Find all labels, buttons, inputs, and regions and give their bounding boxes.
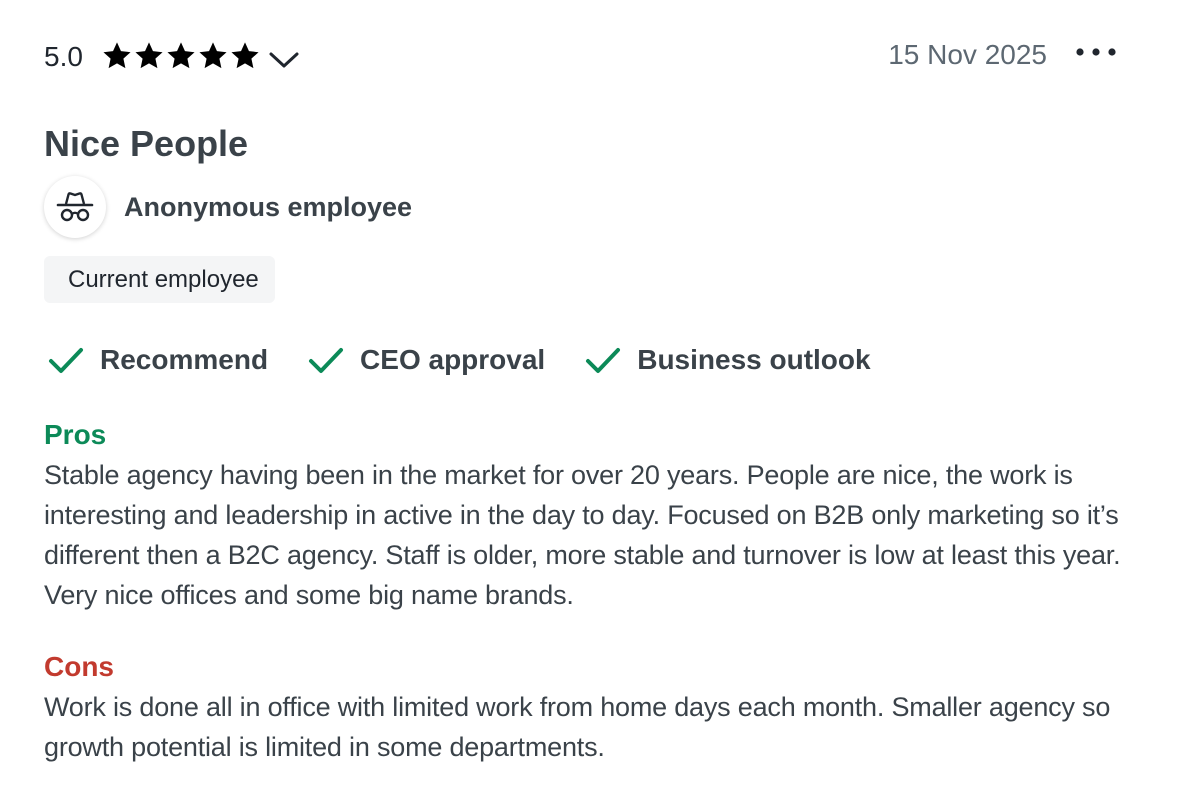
check-icon <box>586 348 621 373</box>
review-date: 15 Nov 2025 <box>888 39 1047 70</box>
badge-business-outlook: Business outlook <box>585 342 871 378</box>
review-header: 5.0 15 Nov 2025 <box>44 34 1142 82</box>
star-icon <box>103 42 131 69</box>
badge-label: Recommend <box>100 344 269 375</box>
star-icon <box>199 42 227 69</box>
author-name: Anonymous employee <box>124 192 413 222</box>
badge-label: CEO approval <box>360 344 546 375</box>
more-horizontal-icon <box>1076 48 1116 56</box>
pros-text: Stable agency having been in the market … <box>44 460 1121 610</box>
rating-badges: Recommend CEO approval Business outlook <box>48 340 911 380</box>
anonymous-incognito-icon <box>56 192 94 222</box>
rating-details-toggle[interactable] <box>266 45 302 75</box>
badge-label: Business outlook <box>637 344 871 375</box>
review-card: 5.0 15 Nov 2025 Nice People Anonymous em… <box>44 0 1142 786</box>
cons-heading: Cons <box>44 651 114 682</box>
badge-ceo-approval: CEO approval <box>308 342 545 378</box>
employment-status-badge: Current employee <box>44 256 275 303</box>
more-options-button[interactable] <box>1074 38 1118 66</box>
check-icon <box>49 348 83 373</box>
avatar <box>44 176 106 238</box>
star-icon <box>231 42 259 69</box>
star-icon <box>167 42 195 69</box>
review-title: Nice People <box>44 123 249 164</box>
rating-value: 5.0 <box>44 41 83 72</box>
star-icon <box>135 42 163 69</box>
chevron-down-icon <box>269 52 299 68</box>
star-rating <box>101 39 261 73</box>
badge-recommend: Recommend <box>48 342 268 378</box>
pros-heading: Pros <box>44 419 107 450</box>
cons-text: Work is done all in office with limited … <box>44 692 1111 762</box>
check-icon <box>309 348 344 373</box>
